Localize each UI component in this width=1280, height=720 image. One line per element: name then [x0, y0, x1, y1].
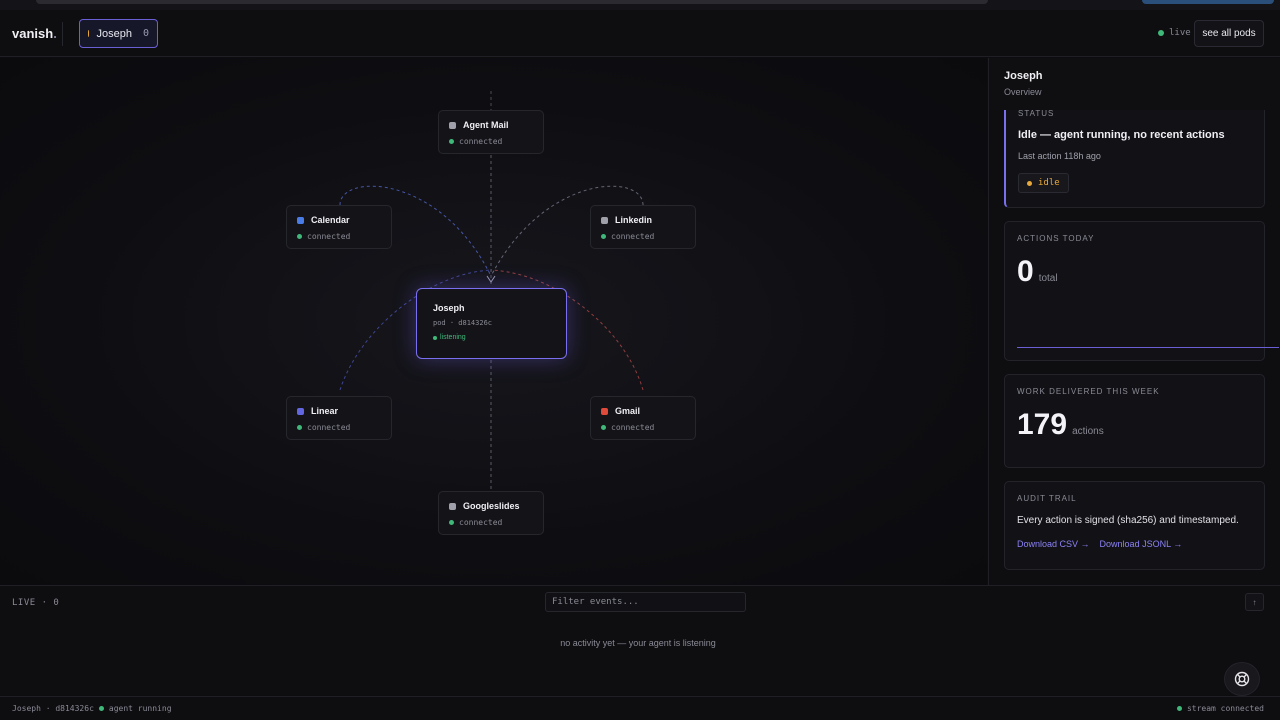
audit-trail-text: Every action is signed (sha256) and time…: [1017, 515, 1239, 526]
work-delivered-card: WORK DELIVERED THIS WEEK 179 actions: [1004, 374, 1265, 468]
actions-today-unit: total: [1038, 273, 1058, 284]
pod-node-id: pod · d814326c: [433, 319, 493, 327]
header-divider: [62, 22, 63, 46]
connected-dot-icon: [449, 139, 454, 144]
node-status: connected: [307, 423, 351, 432]
live-events-count: LIVE · 0: [12, 598, 60, 608]
node-name: Googleslides: [463, 501, 520, 511]
actions-today-card: ACTIONS TODAY 0 total: [1004, 221, 1279, 361]
node-status: connected: [459, 518, 503, 527]
node-linear[interactable]: Linear connected: [286, 396, 392, 440]
node-status: connected: [459, 137, 503, 146]
work-delivered-unit: actions: [1072, 426, 1104, 437]
panel-subtitle: Overview: [1004, 87, 1042, 97]
work-delivered-value: 179: [1017, 408, 1068, 441]
stream-dot-icon: [1176, 706, 1182, 711]
panel-header: Joseph Overview: [989, 58, 1280, 110]
connected-dot-icon: [297, 425, 302, 430]
actions-today-value: 0: [1017, 255, 1034, 288]
status-bar: Joseph · d814326c agent running stream c…: [0, 696, 1280, 720]
pod-graph-canvas[interactable]: Agent Mail connected Calendar connected …: [0, 58, 987, 585]
work-delivered-label: WORK DELIVERED THIS WEEK: [1017, 387, 1160, 396]
node-name: Gmail: [615, 406, 641, 416]
node-status: connected: [611, 232, 655, 241]
app-logo[interactable]: vanish.: [12, 26, 57, 41]
status-badge-label: idle: [1038, 178, 1060, 188]
download-jsonl-link[interactable]: Download JSONL →: [1100, 539, 1183, 549]
idle-status-dot: [88, 30, 90, 37]
top-accent-bar: [1142, 0, 1274, 4]
status-headline: Idle — agent running, no recent actions: [1018, 129, 1225, 141]
panel-title: Joseph: [1004, 70, 1043, 82]
last-action-text: Last action 118h ago: [1018, 151, 1101, 161]
node-name: Calendar: [311, 215, 350, 225]
app-square-icon: [297, 407, 304, 415]
browser-top-strip: [0, 0, 1280, 10]
live-label: live: [1169, 28, 1191, 38]
connected-dot-icon: [449, 520, 454, 525]
pod-chip-count: 0: [142, 28, 149, 39]
node-status: connected: [611, 423, 655, 432]
status-card-label: STATUS: [1018, 109, 1055, 118]
pod-center-node[interactable]: Joseph pod · d814326c listening: [416, 288, 567, 359]
agent-running-dot-icon: [98, 706, 104, 711]
status-badge: idle: [1018, 173, 1069, 193]
app-square-icon: [449, 502, 456, 510]
node-calendar[interactable]: Calendar connected: [286, 205, 392, 249]
app-square-icon: [601, 407, 608, 415]
node-agent-mail[interactable]: Agent Mail connected: [438, 110, 544, 154]
connected-dot-icon: [601, 234, 606, 239]
audit-trail-label: AUDIT TRAIL: [1017, 494, 1077, 503]
app-header: vanish. Joseph 0 live see all pods: [0, 10, 1280, 57]
node-googleslides[interactable]: Googleslides connected: [438, 491, 544, 535]
connected-dot-icon: [297, 234, 302, 239]
pod-chip-name: Joseph: [96, 27, 132, 40]
app-square-icon: [297, 216, 304, 224]
idle-dot-icon: [1027, 180, 1032, 186]
actions-today-label: ACTIONS TODAY: [1017, 234, 1095, 243]
node-name: Agent Mail: [463, 120, 509, 130]
statusbar-pod: Joseph · d814326c: [12, 704, 94, 713]
see-all-pods-button[interactable]: see all pods: [1194, 20, 1264, 47]
status-card: STATUS Idle — agent running, no recent a…: [1004, 104, 1265, 208]
live-dot-icon: [1158, 30, 1164, 36]
statusbar-stream: stream connected: [1186, 704, 1264, 713]
listening-dot-icon: [433, 335, 437, 340]
top-scrollbar[interactable]: [36, 0, 988, 4]
pod-node-state: listening: [440, 334, 466, 341]
node-name: Linkedin: [615, 215, 653, 225]
actions-sparkline: [1017, 347, 1279, 348]
live-events-panel: LIVE · 0 ↑ no activity yet — your agent …: [0, 585, 1280, 696]
help-lifebuoy-button[interactable]: [1224, 662, 1260, 696]
app-square-icon: [449, 121, 456, 129]
node-gmail[interactable]: Gmail connected: [590, 396, 696, 440]
download-csv-link[interactable]: Download CSV →: [1017, 539, 1090, 549]
empty-events-message: no activity yet — your agent is listenin…: [560, 638, 716, 648]
node-status: connected: [307, 232, 351, 241]
pod-node-title: Joseph: [433, 303, 465, 313]
lifebuoy-icon: [1234, 671, 1250, 687]
app-square-icon: [601, 216, 608, 224]
statusbar-agent: agent running: [108, 704, 172, 713]
node-name: Linear: [311, 406, 339, 416]
filter-events-input[interactable]: [545, 592, 746, 612]
scroll-top-button[interactable]: ↑: [1245, 593, 1264, 611]
pod-overview-panel[interactable]: STATUS Idle — agent running, no recent a…: [988, 58, 1280, 585]
node-linkedin[interactable]: Linkedin connected: [590, 205, 696, 249]
audit-trail-card: AUDIT TRAIL Every action is signed (sha2…: [1004, 481, 1265, 570]
live-indicator: live: [1158, 28, 1191, 38]
pod-selector-chip[interactable]: Joseph 0: [79, 19, 158, 48]
connected-dot-icon: [601, 425, 606, 430]
